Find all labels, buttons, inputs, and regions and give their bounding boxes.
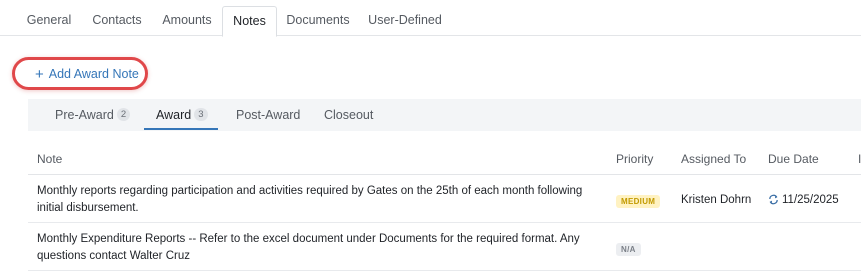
count-badge: 3 — [194, 108, 208, 121]
table-row[interactable]: Monthly Expenditure Reports -- Refer to … — [28, 223, 861, 271]
subtab-post-award[interactable]: Post-Award — [236, 99, 300, 131]
table-row[interactable]: Monthly reports regarding participation … — [28, 175, 861, 223]
assigned-to: Kristen Dohrn — [681, 194, 752, 206]
subtab-award-label: Award — [156, 108, 192, 122]
column-header-priority[interactable]: Priority — [616, 152, 653, 166]
add-award-note-label: Add Award Note — [48, 67, 139, 81]
subtab-pre-award-label: Pre-Award — [55, 108, 114, 122]
note-category-tabs: Pre-Award 2 Award 3 Post-Award Closeout — [28, 99, 861, 131]
active-tab-underline — [144, 128, 218, 130]
count-badge: 2 — [116, 108, 131, 121]
priority-badge: N/A — [616, 243, 641, 256]
table-header: Note Priority Assigned To Due Date I — [28, 147, 861, 175]
subtab-closeout[interactable]: Closeout — [324, 99, 373, 131]
tab-notes[interactable]: Notes — [222, 6, 277, 37]
tab-general[interactable]: General — [20, 6, 78, 36]
add-award-note-button[interactable]: + Add Award Note — [35, 60, 139, 87]
tab-user-defined[interactable]: User-Defined — [362, 6, 448, 36]
column-header-note[interactable]: Note — [37, 152, 62, 166]
priority-badge: MEDIUM — [616, 195, 661, 208]
due-date: 11/25/2025 — [768, 194, 839, 206]
due-date-value: 11/25/2025 — [782, 194, 839, 206]
note-text: Monthly Expenditure Reports -- Refer to … — [37, 233, 580, 262]
tab-documents[interactable]: Documents — [282, 6, 354, 36]
subtab-award[interactable]: Award 3 — [156, 99, 208, 131]
note-text: Monthly reports regarding participation … — [37, 185, 583, 214]
tab-contacts[interactable]: Contacts — [84, 6, 150, 36]
recurring-icon — [769, 194, 778, 205]
tab-amounts[interactable]: Amounts — [156, 6, 218, 36]
add-award-note-highlight: + Add Award Note — [12, 57, 148, 90]
column-header-due-date[interactable]: Due Date — [768, 152, 819, 166]
subtab-pre-award[interactable]: Pre-Award 2 — [55, 99, 131, 131]
column-header-assigned-to[interactable]: Assigned To — [681, 152, 746, 166]
top-tab-bar: General Contacts Amounts Notes Documents… — [0, 0, 861, 37]
plus-icon: + — [35, 66, 44, 83]
